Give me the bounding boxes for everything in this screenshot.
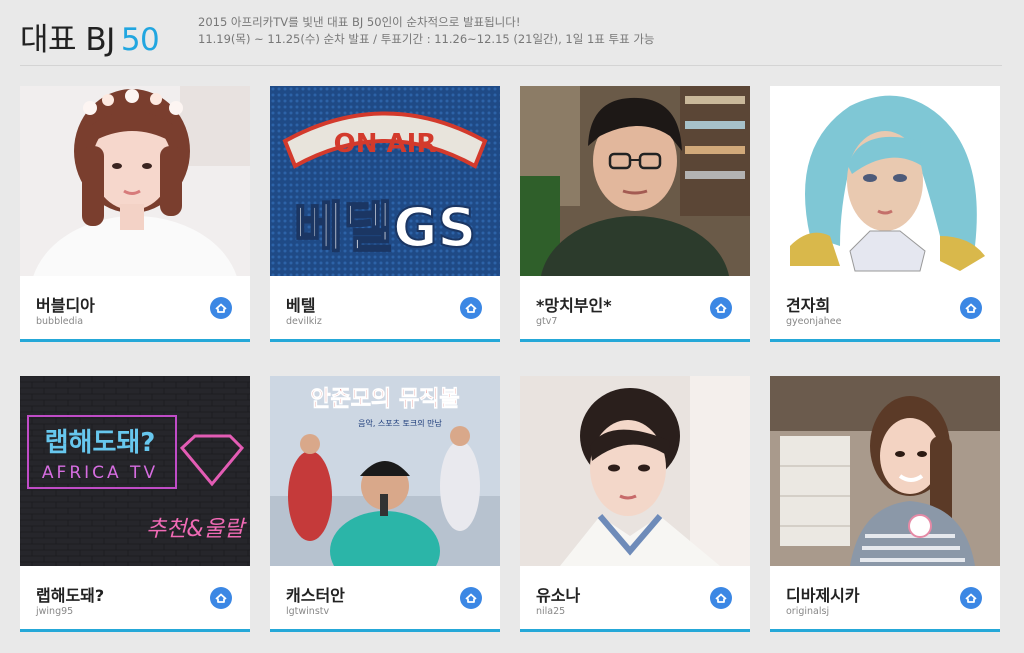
- bj-name[interactable]: 유소나: [536, 582, 580, 606]
- home-button[interactable]: [960, 297, 982, 319]
- home-icon: [965, 593, 977, 603]
- bj-card-bubbledia[interactable]: 버블디아 bubbledia: [20, 86, 250, 342]
- thumb-title-text: 랩해도돼?: [45, 428, 156, 458]
- bj-info: 베텔 devilkiz: [270, 276, 500, 342]
- home-button[interactable]: [210, 297, 232, 319]
- thumb-sub-text: 음악, 스포츠 토크의 만남: [358, 418, 442, 428]
- bj-id: lgtwinstv: [286, 606, 330, 617]
- home-icon: [215, 593, 227, 603]
- home-icon: [465, 593, 477, 603]
- description-line-2: 11.19(목) ~ 11.25(수) 순차 발표 / 투표기간 : 11.26…: [198, 32, 655, 46]
- bj-info: 디바제시카 originalsj: [770, 566, 1000, 632]
- home-icon: [465, 303, 477, 313]
- bj-name[interactable]: 버블디아: [36, 292, 95, 316]
- home-icon: [965, 303, 977, 313]
- bj-card-lgtwinstv[interactable]: 안준모의 뮤직볼 음악, 스포츠 토크의 만남 캐스터안 lgtwinstv: [270, 376, 500, 632]
- home-icon: [215, 303, 227, 313]
- bj-card-gyeonjahee[interactable]: 견자희 gyeonjahee: [770, 86, 1000, 342]
- bj-info: 캐스터안 lgtwinstv: [270, 566, 500, 632]
- bj-thumbnail[interactable]: [770, 86, 1000, 276]
- on-air-text: ON AIR: [334, 129, 437, 159]
- bj-name[interactable]: 견자희: [786, 292, 830, 316]
- bj-id: bubbledia: [36, 316, 84, 327]
- bj-name[interactable]: 베텔: [286, 292, 315, 316]
- bj-id: gyeonjahee: [786, 316, 842, 327]
- logo-text: 베텔GS: [294, 196, 477, 259]
- bj-card-originalsj[interactable]: 디바제시카 originalsj: [770, 376, 1000, 632]
- bj-name[interactable]: *망치부인*: [536, 292, 612, 316]
- bj-card-nila25[interactable]: 유소나 nila25: [520, 376, 750, 632]
- bj-info: 버블디아 bubbledia: [20, 276, 250, 342]
- bj-card-devilkiz[interactable]: ON AIR 베텔GS 베텔 devilkiz: [270, 86, 500, 342]
- home-button[interactable]: [710, 297, 732, 319]
- bj-info: 견자희 gyeonjahee: [770, 276, 1000, 342]
- thumb-title-text: 안준모의 뮤직볼: [310, 387, 459, 412]
- bj-id: jwing95: [36, 606, 74, 617]
- bj-card-jwing95[interactable]: 랩해도돼? AFRICA TV 추천&울랄 랩해도돼? jwing95: [20, 376, 250, 632]
- page-description: 2015 아프리카TV를 빛낸 대표 BJ 50인이 순차적으로 발표됩니다! …: [198, 14, 655, 48]
- bj-thumbnail[interactable]: [20, 86, 250, 276]
- bj-name[interactable]: 캐스터안: [286, 582, 345, 606]
- bj-thumbnail[interactable]: 랩해도돼? AFRICA TV 추천&울랄: [20, 376, 250, 566]
- home-button[interactable]: [710, 587, 732, 609]
- bj-name[interactable]: 랩해도돼?: [36, 582, 104, 606]
- bj-card-grid: 버블디아 bubbledia ON AIR 베텔GS 베텔 devilkiz *…: [20, 86, 1002, 646]
- bj-id: gtv7: [536, 316, 558, 327]
- home-button[interactable]: [210, 587, 232, 609]
- page-title: 대표 BJ 50: [20, 14, 160, 59]
- home-icon: [715, 303, 727, 313]
- home-button[interactable]: [460, 297, 482, 319]
- bj-id: devilkiz: [286, 316, 322, 327]
- bj-thumbnail[interactable]: [770, 376, 1000, 566]
- title-text: 대표 BJ: [20, 22, 115, 58]
- page-header: 대표 BJ 50 2015 아프리카TV를 빛낸 대표 BJ 50인이 순차적으로…: [20, 10, 1002, 66]
- description-line-1: 2015 아프리카TV를 빛낸 대표 BJ 50인이 순차적으로 발표됩니다!: [198, 15, 521, 29]
- bj-info: 유소나 nila25: [520, 566, 750, 632]
- bj-info: 랩해도돼? jwing95: [20, 566, 250, 632]
- title-number: 50: [120, 22, 160, 58]
- bj-thumbnail[interactable]: [520, 86, 750, 276]
- bj-card-gtv7[interactable]: *망치부인* gtv7: [520, 86, 750, 342]
- bj-thumbnail[interactable]: ON AIR 베텔GS: [270, 86, 500, 276]
- thumb-tag-text: 추천&울랄: [146, 517, 247, 542]
- home-icon: [715, 593, 727, 603]
- bj-info: *망치부인* gtv7: [520, 276, 750, 342]
- thumb-sub-text: AFRICA TV: [42, 463, 158, 483]
- bj-thumbnail[interactable]: [520, 376, 750, 566]
- bj-id: nila25: [536, 606, 566, 617]
- bj-thumbnail[interactable]: 안준모의 뮤직볼 음악, 스포츠 토크의 만남: [270, 376, 500, 566]
- home-button[interactable]: [460, 587, 482, 609]
- bj-name[interactable]: 디바제시카: [786, 582, 860, 606]
- bj-id: originalsj: [786, 606, 830, 617]
- home-button[interactable]: [960, 587, 982, 609]
